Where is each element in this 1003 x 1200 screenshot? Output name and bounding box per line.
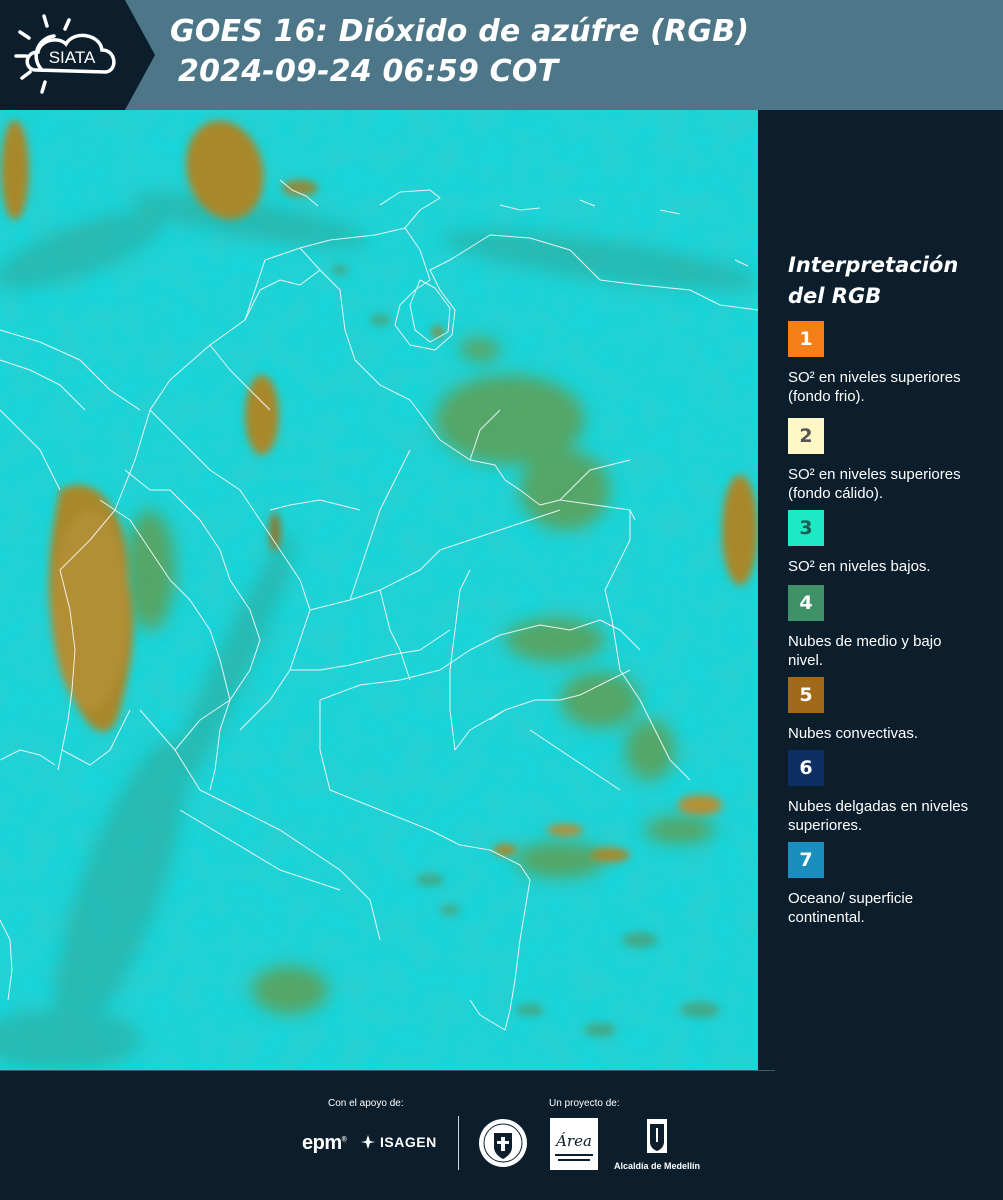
isagen-icon [361,1135,375,1149]
legend-item-1: 1 SO² en niveles superiores (fondo frio)… [788,321,988,406]
footer: Con el apoyo de: Un proyecto de: epm® IS… [0,1070,1003,1200]
legend-label: SO² en niveles superiores (fondo frio). [788,369,961,405]
timestamp: 2024-09-24 06:59 COT [178,54,559,89]
legend-swatch: 6 [788,750,824,786]
epm-logo[interactable]: epm® [302,1132,347,1155]
legend-item-7: 7 Oceano/ superficie continental. [788,842,988,927]
support-label: Con el apoyo de: [328,1098,404,1109]
legend-swatch: 4 [788,585,824,621]
legend-swatch: 2 [788,418,824,454]
legend-swatch: 3 [788,510,824,546]
legend-item-6: 6 Nubes delgadas en niveles superiores. [788,750,988,835]
legend-label: SO² en niveles superiores (fondo cálido)… [788,466,961,502]
legend-item-5: 5 Nubes convectivas. [788,677,988,743]
legend-swatch: 1 [788,321,824,357]
legend-swatch: 7 [788,842,824,878]
isagen-text: ISAGEN [380,1134,437,1150]
legend-label: Nubes convectivas. [788,725,919,742]
logo-text: SIATA [49,48,96,67]
footer-separator [458,1116,459,1170]
footer-divider-line [0,1070,775,1071]
legend-item-2: 2 SO² en niveles superiores (fondo cálid… [788,418,988,503]
alcaldia-medellin-logo[interactable]: Alcaldía de Medellín [612,1118,702,1171]
legend-label: Oceano/ superficie continental. [788,890,914,926]
legend-swatch: 5 [788,677,824,713]
header-bar: SIATA GOES 16: Dióxido de azúfre (RGB) 2… [0,0,1003,110]
legend-title: Interpretación del RGB [788,253,959,308]
alcaldia-text: Alcaldía de Medellín [613,1161,701,1171]
legend-label: Nubes delgadas en niveles superiores. [788,798,969,834]
legend-panel: Interpretación del RGB 1 SO² en niveles … [758,110,1003,1070]
satellite-map[interactable] [0,110,758,1070]
legend-item-4: 4 Nubes de medio y bajo nivel. [788,585,988,670]
isagen-logo[interactable]: ISAGEN [360,1134,437,1150]
project-label: Un proyecto de: [549,1098,620,1109]
alcaldia-shield-icon [647,1119,667,1153]
area-logo-text: Área [554,1132,592,1150]
area-metropolitana-logo[interactable]: Área [550,1118,598,1170]
legend-item-3: 3 SO² en niveles bajos. [788,510,988,576]
medellin-seal-icon[interactable] [477,1117,529,1169]
legend-label: Nubes de medio y bajo nivel. [788,633,942,669]
siata-logo[interactable]: SIATA [0,0,155,110]
legend-label: SO² en niveles bajos. [788,558,931,575]
page-title: GOES 16: Dióxido de azúfre (RGB) [170,14,750,49]
